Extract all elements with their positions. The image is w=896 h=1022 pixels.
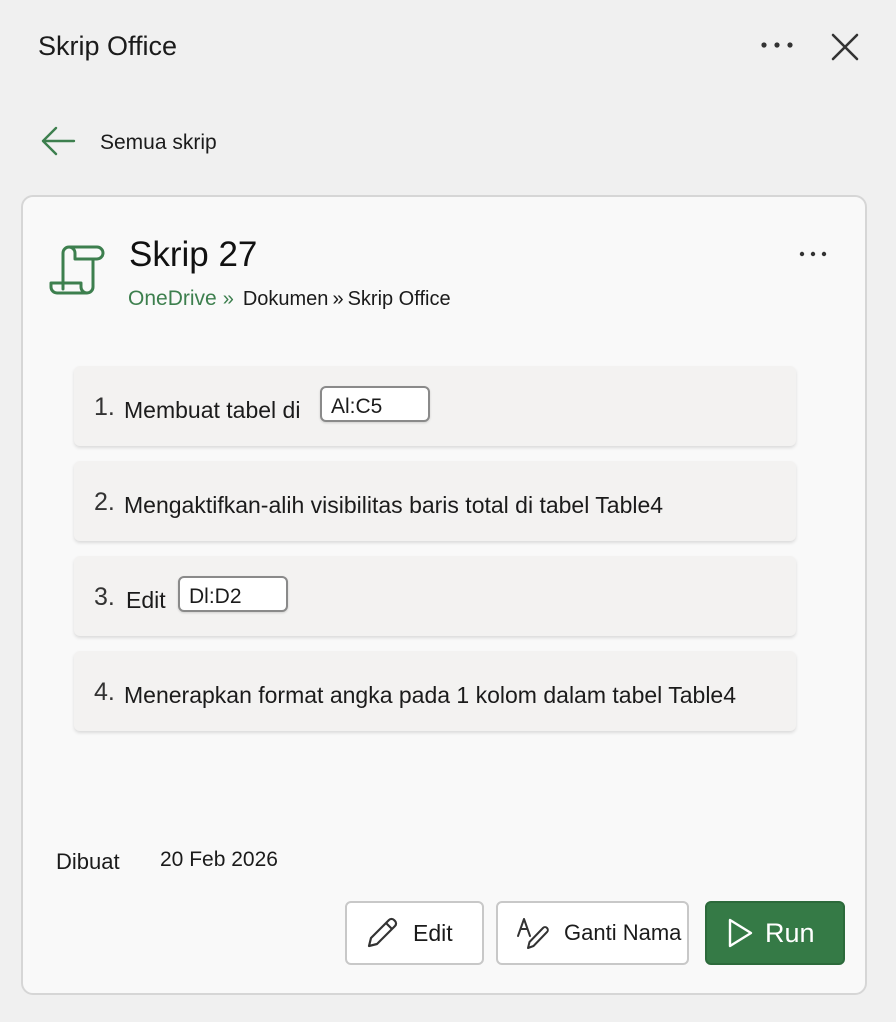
step-text: Mengaktifkan-alih visibilitas baris tota… <box>124 492 664 518</box>
step-text: Menerapkan format angka pada 1 kolom dal… <box>124 682 737 708</box>
pane-title: Skrip Office <box>38 31 178 61</box>
step-number: 3. <box>94 583 115 611</box>
close-icon <box>831 33 859 61</box>
breadcrumb-separator: » <box>332 288 344 310</box>
back-to-all-scripts-link[interactable]: Semua skrip <box>40 118 217 164</box>
play-icon <box>725 917 755 949</box>
script-steps-list: 1. Membuat tabel di Al:C5 2. Mengaktifka… <box>74 366 796 746</box>
arrow-left-icon <box>41 126 76 156</box>
breadcrumb-subfolder: Skrip Office <box>347 288 451 310</box>
rename-icon <box>516 916 552 950</box>
range-input[interactable]: Dl:D2 <box>178 576 288 612</box>
pencil-icon <box>365 916 399 950</box>
rename-button-label: Ganti Nama <box>564 920 682 945</box>
breadcrumb: OneDrive » Dokumen » Skrip Office <box>128 287 451 311</box>
breadcrumb-folder: Dokumen <box>242 288 329 310</box>
office-scripts-pane: Skrip Office Semua skrip Skrip 27 OneDri… <box>0 0 896 1022</box>
created-label: Dibuat <box>56 849 120 874</box>
back-link-label: Semua skrip <box>100 131 217 154</box>
script-step[interactable]: 3. Edit Dl:D2 <box>74 556 796 636</box>
run-button[interactable]: Run <box>705 901 845 965</box>
more-options-button[interactable] <box>752 28 804 62</box>
breadcrumb-onedrive-link[interactable]: OneDrive <box>128 287 217 311</box>
script-more-options-button[interactable] <box>791 237 835 271</box>
step-number: 1. <box>94 393 115 421</box>
script-details-card: Skrip 27 OneDrive » Dokumen » Skrip Offi… <box>21 195 867 995</box>
edit-button[interactable]: Edit <box>345 901 484 965</box>
rename-button[interactable]: Ganti Nama <box>496 901 689 965</box>
breadcrumb-separator: » <box>222 288 234 310</box>
script-title: Skrip 27 <box>129 235 258 274</box>
more-horizontal-icon <box>761 42 793 48</box>
script-step[interactable]: 1. Membuat tabel di Al:C5 <box>74 366 796 446</box>
more-horizontal-icon <box>799 251 827 257</box>
script-step[interactable]: 2. Mengaktifkan-alih visibilitas baris t… <box>74 461 796 541</box>
step-text: Edit <box>126 587 166 613</box>
range-input[interactable]: Al:C5 <box>320 386 430 422</box>
script-step[interactable]: 4. Menerapkan format angka pada 1 kolom … <box>74 651 796 731</box>
run-button-label: Run <box>765 917 815 948</box>
step-text: Membuat tabel di <box>124 397 301 423</box>
created-date: 20 Feb 2026 <box>160 848 278 871</box>
close-button[interactable] <box>824 26 866 68</box>
step-number: 4. <box>94 678 115 706</box>
script-scroll-icon <box>49 245 105 295</box>
step-number: 2. <box>94 488 115 516</box>
edit-button-label: Edit <box>413 919 453 946</box>
pane-header: Skrip Office <box>0 0 896 96</box>
